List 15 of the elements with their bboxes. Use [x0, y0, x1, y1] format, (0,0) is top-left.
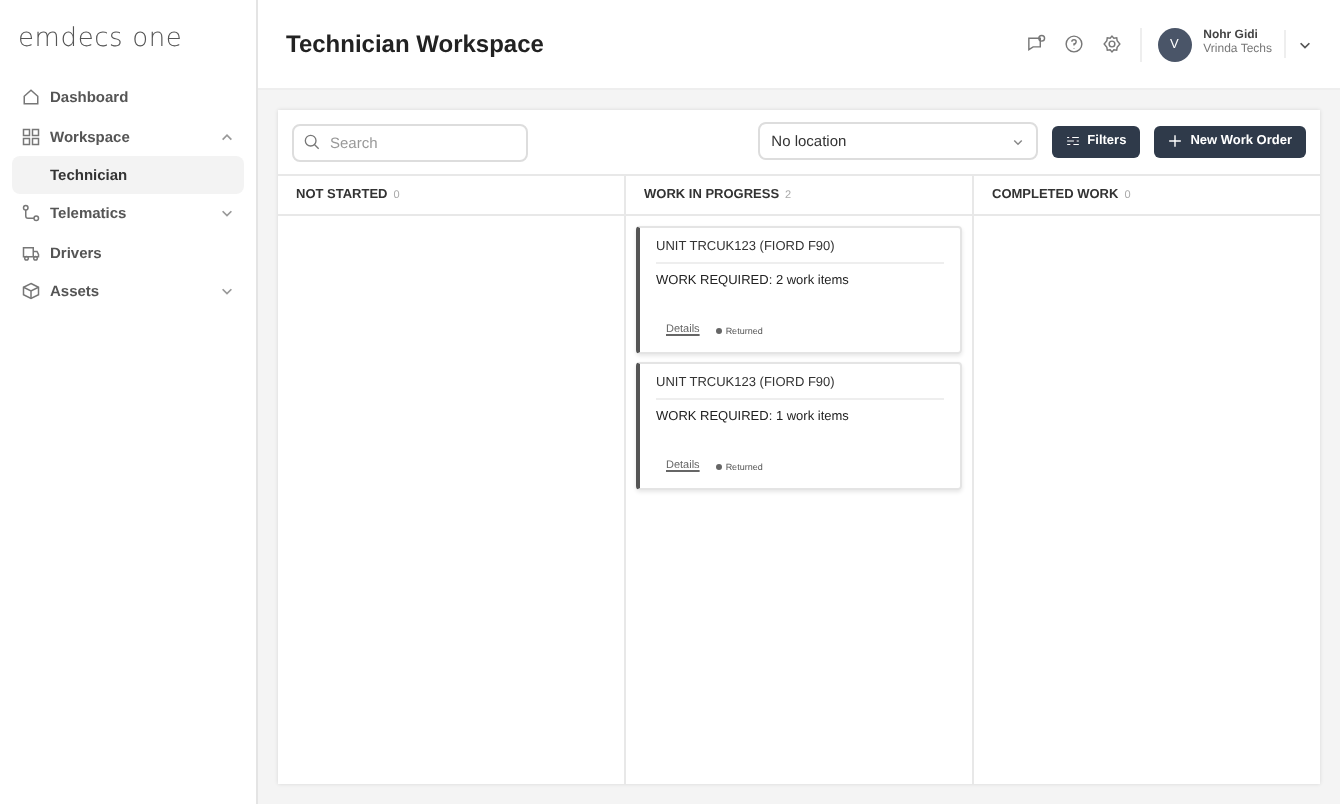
page-title: Technician Workspace — [286, 30, 544, 58]
search-icon — [304, 133, 320, 149]
chevron-icon — [1011, 135, 1024, 147]
logo: emdecs one — [16, 24, 185, 54]
home-icon — [22, 88, 40, 107]
sliders-icon — [1065, 134, 1080, 148]
grid-icon — [22, 127, 40, 146]
chat-icon[interactable] — [1025, 34, 1046, 54]
route-icon — [22, 204, 40, 223]
truck-icon — [22, 243, 40, 262]
box-icon — [22, 282, 40, 301]
help-icon[interactable] — [1063, 34, 1084, 54]
chevron-icon[interactable] — [1298, 37, 1312, 51]
settings-icon[interactable] — [1101, 34, 1122, 54]
plus-icon — [1168, 134, 1183, 148]
